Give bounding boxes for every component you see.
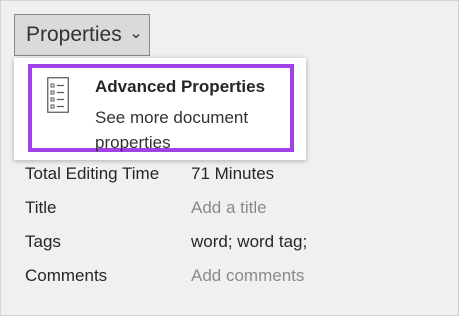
title-input[interactable]: Add a title [191,198,267,218]
property-row-tags: Tags word; word tag; [25,232,445,256]
properties-dropdown-button[interactable]: Properties [14,14,150,56]
chevron-down-icon [132,34,140,39]
property-label: Tags [25,232,61,251]
advanced-properties-menu-item[interactable]: Advanced Properties See more document pr… [28,64,294,152]
property-row-comments: Comments Add comments [25,266,445,290]
comments-input[interactable]: Add comments [191,266,304,286]
property-label: Title [25,198,57,217]
properties-panel: Properties Advanced Properties See more … [0,0,459,316]
document-list-icon [47,77,69,113]
menu-item-title: Advanced Properties [95,77,266,96]
property-label: Comments [25,266,108,285]
properties-dropdown-menu: Advanced Properties See more document pr… [14,58,306,160]
property-label: Total Editing Time [25,164,160,183]
property-row-title: Title Add a title [25,198,445,222]
property-row-total-editing-time: Total Editing Time 71 Minutes [25,164,445,188]
properties-button-label: Properties [26,23,122,46]
menu-item-description: See more document properties [95,108,249,152]
tags-input[interactable]: word; word tag; [191,232,307,252]
property-value: 71 Minutes [191,164,275,183]
